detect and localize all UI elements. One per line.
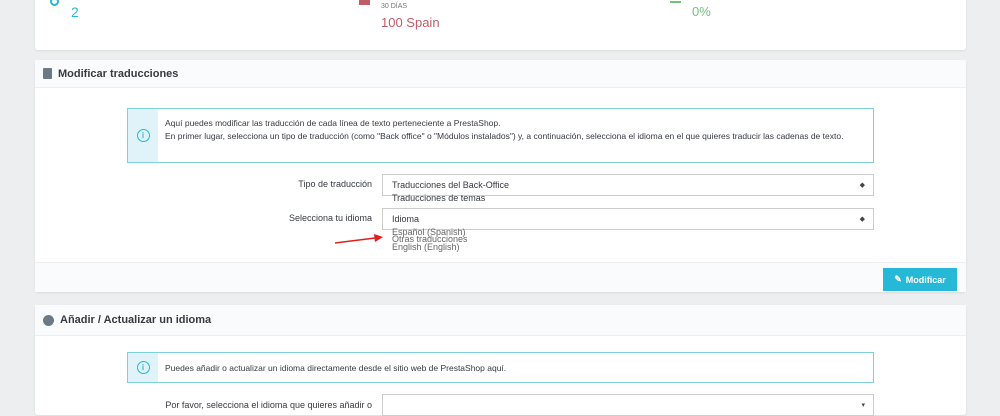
sort-caret-icon: ◆ [859,216,865,223]
panel-title: Modificar traducciones [58,67,179,80]
select-value: Traducciones del Back-Office [392,180,510,190]
overflow-option[interactable]: Traducciones de temas [392,193,485,203]
red-arrow-annotation [334,234,383,244]
pencil-icon: ✎ [894,274,902,284]
add-language-panel: Añadir / Actualizar un idioma i Puedes a… [35,305,966,416]
stat-period: 30 DÍAS [381,3,408,10]
stat-country-value: 100 Spain [381,15,440,30]
button-label: Modificar [905,274,946,285]
list-icon [670,0,681,3]
store-icon [359,0,370,5]
info-icon: i [136,129,150,142]
caret-down-icon: ▾ [861,402,865,409]
select-value: Idioma [392,214,420,224]
modify-translations-panel: Modificar traducciones i Aquí puedes mod… [35,60,966,292]
info-alert: i Puedes añadir o actualizar un idioma d… [127,352,874,383]
language-label: Selecciona tu idioma [288,213,372,223]
type-label: Tipo de traducción [298,179,372,189]
stats-panel: 2 30 DÍAS 100 Spain 0% [35,0,966,50]
sort-caret-icon: ◆ [859,182,865,189]
collapse-circle-icon[interactable] [43,314,54,326]
location-icon [50,0,59,6]
language-add-select[interactable]: ▾ [382,394,874,416]
stat-visitors-value: 2 [71,4,79,20]
panel-title: Añadir / Actualizar un idioma [60,314,212,326]
info-text: Puedes añadir o actualizar un idioma dir… [165,363,507,373]
panel-footer: ✎ Modificar [35,262,966,292]
language-option[interactable]: English (English) [392,242,460,252]
stat-percent-value: 0% [692,4,711,19]
info-icon: i [136,361,150,374]
info-line: En primer lugar, selecciona un tipo de t… [165,131,844,141]
info-alert: i Aquí puedes modificar las traducción d… [127,108,874,163]
info-line: Aquí puedes modificar las traducción de … [165,118,501,128]
document-icon [43,68,52,79]
modify-button[interactable]: ✎ Modificar [883,268,957,291]
